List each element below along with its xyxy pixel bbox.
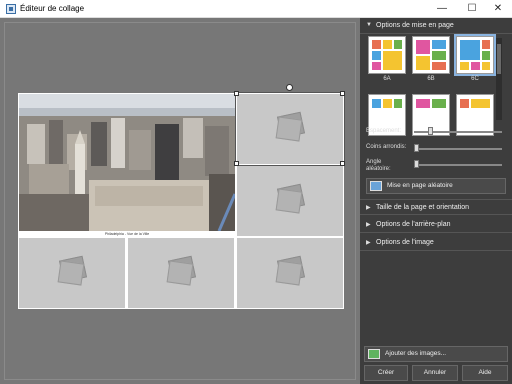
- resize-handle[interactable]: [340, 91, 345, 96]
- chevron-right-icon: ▶: [366, 205, 371, 211]
- corners-label: Coins arrondis:: [366, 144, 407, 150]
- layout-scrollbar[interactable]: [496, 38, 502, 120]
- resize-handle[interactable]: [234, 91, 239, 96]
- resize-handle[interactable]: [234, 161, 239, 166]
- image-placeholder-icon: [273, 183, 307, 214]
- create-button[interactable]: Créer: [364, 365, 408, 381]
- angle-label-2: aléatoire:: [366, 166, 391, 172]
- layout-label: 6B: [427, 76, 435, 82]
- layout-thumb-6c[interactable]: [454, 34, 496, 76]
- angle-label: Angle: [366, 159, 382, 165]
- app-icon: [6, 4, 16, 14]
- window-title: Éditeur de collage: [20, 4, 85, 13]
- layout-label: 6A: [383, 76, 391, 82]
- page-section-header[interactable]: ▶ Taille de la page et orientation: [360, 199, 512, 215]
- photo-philadelphia[interactable]: [19, 94, 235, 231]
- empty-cell[interactable]: [19, 238, 125, 308]
- background-section-label: Options de l'arrière-plan: [376, 221, 451, 228]
- chevron-down-icon: ▼: [366, 22, 372, 28]
- image-section-label: Options de l'image: [376, 239, 434, 246]
- layout-gallery: 6A 6B 6C: [368, 34, 504, 136]
- options-panel: ▼ Options de mise en page 6A 6B 6C Espac…: [360, 18, 512, 384]
- angle-slider-knob[interactable]: [414, 160, 419, 168]
- layout-section-header[interactable]: ▼ Options de mise en page: [360, 18, 512, 34]
- empty-cell[interactable]: [128, 238, 234, 308]
- layout-thumb-6b[interactable]: [412, 36, 450, 74]
- image-section-header[interactable]: ▶ Options de l'image: [360, 235, 512, 251]
- add-image-icon: [368, 349, 380, 359]
- image-placeholder-icon: [164, 255, 198, 286]
- empty-cell[interactable]: [237, 238, 343, 308]
- empty-cell[interactable]: [237, 166, 343, 236]
- collage-page: Philadelphia - Vue de la Ville: [18, 84, 345, 309]
- rotate-handle[interactable]: [286, 84, 293, 91]
- minimize-button[interactable]: —: [428, 0, 456, 18]
- random-layout-button[interactable]: Mise en page aléatoire: [366, 178, 506, 194]
- maximize-button[interactable]: ☐: [458, 0, 486, 18]
- layout-thumb[interactable]: [456, 94, 494, 136]
- chevron-right-icon: ▶: [366, 240, 371, 246]
- chevron-right-icon: ▶: [366, 222, 371, 228]
- add-images-button[interactable]: Ajouter des images...: [364, 346, 508, 362]
- page-section-label: Taille de la page et orientation: [376, 204, 470, 211]
- angle-slider[interactable]: [414, 164, 502, 166]
- selection-frame: [235, 92, 345, 166]
- layout-thumb-6a[interactable]: [368, 36, 406, 74]
- background-section-header[interactable]: ▶ Options de l'arrière-plan: [360, 217, 512, 233]
- layout-icon: [370, 181, 382, 191]
- layout-section-label: Options de mise en page: [376, 22, 454, 29]
- spacing-label: Espacement:: [366, 128, 402, 134]
- help-button[interactable]: Aide: [462, 365, 508, 381]
- cancel-button[interactable]: Annuler: [412, 365, 458, 381]
- close-button[interactable]: ✕: [484, 0, 512, 18]
- image-placeholder-icon: [55, 255, 89, 286]
- corners-slider[interactable]: [414, 148, 502, 150]
- image-placeholder-icon: [273, 255, 307, 286]
- resize-handle[interactable]: [340, 161, 345, 166]
- spacing-slider-knob[interactable]: [428, 127, 433, 135]
- layout-label: 6C: [471, 76, 479, 82]
- title-bar: Éditeur de collage — ☐ ✕: [0, 0, 512, 18]
- scrollbar-thumb[interactable]: [497, 44, 501, 74]
- corners-slider-knob[interactable]: [414, 144, 419, 152]
- photo-caption: Philadelphia - Vue de la Ville: [19, 231, 235, 237]
